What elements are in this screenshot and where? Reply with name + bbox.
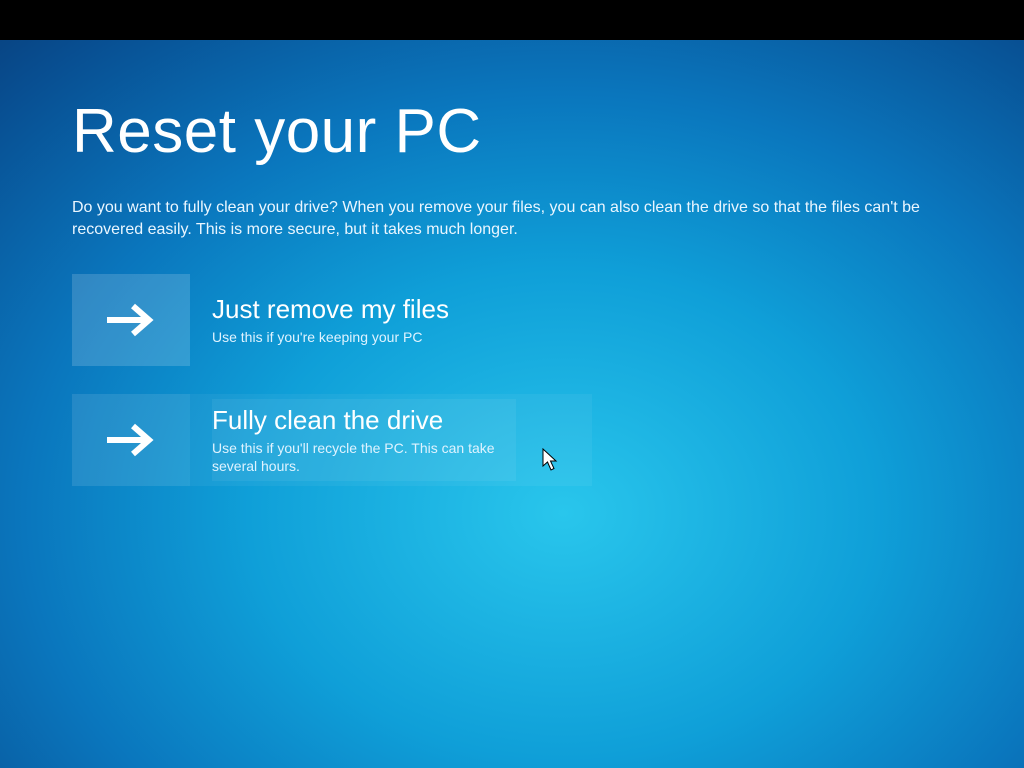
options-list: Just remove my files Use this if you're … [72,274,592,486]
option-title: Just remove my files [212,294,449,325]
option-title: Fully clean the drive [212,405,512,436]
reset-screen: Reset your PC Do you want to fully clean… [0,40,1024,768]
option-just-remove-files[interactable]: Just remove my files Use this if you're … [72,274,592,366]
arrow-right-icon [72,274,190,366]
page-title: Reset your PC [72,96,952,167]
page-description: Do you want to fully clean your drive? W… [72,197,952,240]
option-fully-clean-drive[interactable]: Fully clean the drive Use this if you'll… [72,394,592,486]
arrow-right-icon [72,394,190,486]
option-subtitle: Use this if you'll recycle the PC. This … [212,439,512,475]
option-text: Fully clean the drive Use this if you'll… [212,399,516,481]
option-subtitle: Use this if you're keeping your PC [212,328,449,346]
option-text: Just remove my files Use this if you're … [212,288,453,352]
